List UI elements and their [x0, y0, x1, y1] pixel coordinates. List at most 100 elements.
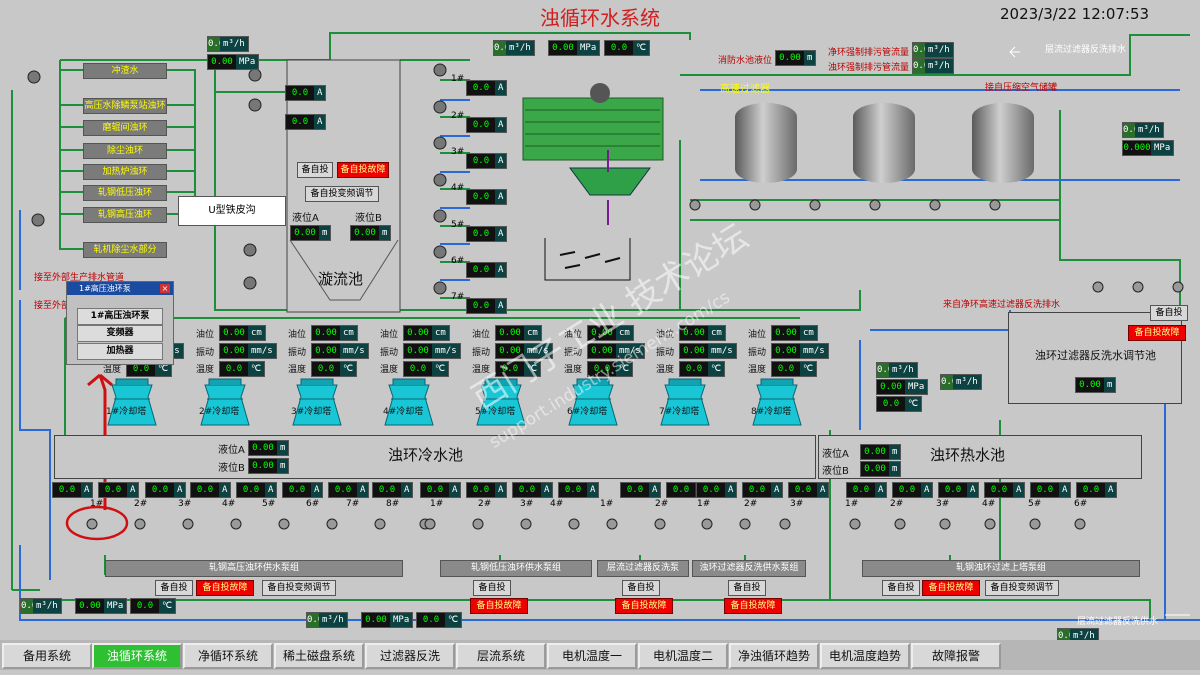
flow-readout: 0.0m³/h — [20, 598, 62, 614]
standby-button[interactable]: 备自投 — [297, 162, 333, 178]
oil-label: 油位 — [196, 330, 215, 340]
air-tank-label: 接自压缩空气储罐 — [985, 83, 1058, 93]
current-readout: 0.0 A — [466, 226, 508, 242]
tower-name: 4#冷却塔 — [383, 407, 424, 417]
popup-pump-button[interactable]: 1#高压浊环泵 — [77, 308, 163, 325]
vibration-label: 振动 — [380, 348, 399, 358]
nav-turbid-circulation[interactable]: 浊循环系统 — [92, 643, 182, 669]
pump-group-filter-tower[interactable]: 轧钢浊环过滤上塔泵组 — [862, 560, 1140, 577]
pump-current-readout: 0.0A — [620, 482, 662, 498]
popup-vfd-button[interactable]: 变频器 — [77, 325, 163, 342]
nav-circulation-trend[interactable]: 净浊循环趋势 — [729, 643, 819, 669]
source-label[interactable]: 轧钢高压浊环 — [83, 207, 167, 223]
pump-popup[interactable]: 1#高压浊环泵 × 1#高压浊环泵 变频器 加热器 — [66, 281, 174, 365]
pump-current-readout: 0.0A — [98, 482, 140, 498]
temperature-readout: 0.0 ℃ — [876, 396, 923, 412]
pump-number: 2# — [744, 499, 758, 509]
standby-button[interactable]: 备自投 — [882, 580, 920, 596]
force-drain-2-label: 浊环强制排污管流量 — [828, 63, 910, 73]
pump-group-high-pressure[interactable]: 轧钢高压浊环供水泵组 — [105, 560, 403, 577]
pressure-readout: 0.000 MPa — [1122, 140, 1175, 156]
current-readout: 0.0 A — [466, 298, 508, 314]
nav-motor-temp-2[interactable]: 电机温度二 — [638, 643, 728, 669]
u-trench: U型铁皮沟 — [178, 196, 286, 226]
pump-number: 2# — [451, 111, 465, 121]
backwash-drain-label: 层流过滤器反洗排水 — [1045, 45, 1127, 55]
pump-current-readout: 0.0A — [52, 482, 94, 498]
source-label[interactable]: 高压水除鳞泵站浊环 — [83, 98, 167, 114]
source-label[interactable]: 磨辊间浊环 — [83, 120, 167, 136]
source-label[interactable]: 加热炉浊环 — [83, 164, 167, 180]
pump-number: 4# — [550, 499, 564, 509]
pump-number: 1# — [451, 74, 465, 84]
vibration-readout: 0.00mm/s — [403, 343, 461, 359]
vibration-readout: 0.00mm/s — [311, 343, 369, 359]
level-a-label: 液位A — [218, 445, 245, 456]
nav-laminar-system[interactable]: 层流系统 — [456, 643, 546, 669]
pump-number: 5# — [262, 499, 276, 509]
vibration-label: 振动 — [748, 348, 767, 358]
pump-group-laminar-backwash[interactable]: 层流过滤器反洗泵 — [597, 560, 689, 577]
pump-number: 6# — [1074, 499, 1088, 509]
net-backwash-label: 来自净环高速过滤器反洗排水 — [943, 300, 1061, 310]
pump-number: 3# — [790, 499, 804, 509]
level-a-readout: 0.00 m — [248, 440, 290, 456]
standby-button[interactable]: 备自投 — [1150, 305, 1188, 321]
nav-motor-temp-trend[interactable]: 电机温度趋势 — [820, 643, 910, 669]
pump-current-readout: 0.0A — [984, 482, 1026, 498]
nav-rare-earth-disc[interactable]: 稀土磁盘系统 — [274, 643, 364, 669]
pump-number: 1# — [845, 499, 859, 509]
current-readout: 0.0 A — [466, 262, 508, 278]
level-a-readout: 0.00 m — [860, 444, 902, 460]
standby-vfd-button[interactable]: 备自投变频调节 — [985, 580, 1059, 596]
nav-clean-circulation[interactable]: 净循环系统 — [183, 643, 273, 669]
flow-readout: 0.0m³/h — [306, 612, 348, 628]
pump-number: 4# — [982, 499, 996, 509]
source-label[interactable]: 轧机除尘水部分 — [83, 242, 167, 258]
close-icon[interactable]: × — [160, 284, 170, 293]
level-b-readout: 0.00 m — [248, 458, 290, 474]
current-readout: 0.0 A — [285, 114, 327, 130]
flow-readout: 0.0m³/h — [876, 362, 918, 378]
nav-standby-system[interactable]: 备用系统 — [2, 643, 92, 669]
nav-fault-alarm[interactable]: 故障报警 — [911, 643, 1001, 669]
popup-heater-button[interactable]: 加热器 — [77, 343, 163, 360]
pump-number: 4# — [451, 183, 465, 193]
pump-number: 6# — [451, 256, 465, 266]
vibration-label: 振动 — [472, 348, 491, 358]
pump-number: 1# — [600, 499, 614, 509]
standby-alarm: 备自投故障 — [337, 162, 389, 178]
standby-button[interactable]: 备自投 — [728, 580, 766, 596]
temperature-readout: 0.0 ℃ — [130, 598, 177, 614]
pump-current-readout: 0.0A — [190, 482, 232, 498]
pressure-readout: 0.00 MPa — [548, 40, 601, 56]
standby-button[interactable]: 备自投 — [473, 580, 511, 596]
filter-tank — [853, 103, 915, 183]
standby-button[interactable]: 备自投 — [155, 580, 193, 596]
pump-group-filter-backwash[interactable]: 浊环过滤器反洗供水泵组 — [692, 560, 806, 577]
source-label[interactable]: 除尘浊环 — [83, 143, 167, 159]
pump-current-readout: 0.0A — [938, 482, 980, 498]
vibration-label: 振动 — [288, 348, 307, 358]
standby-vfd-button[interactable]: 备自投变频调节 — [262, 580, 336, 596]
pump-current-readout: 0.0A — [372, 482, 414, 498]
oil-label: 油位 — [288, 330, 307, 340]
pump-group-low-pressure[interactable]: 轧钢低压浊环供水泵组 — [440, 560, 592, 577]
vibration-readout: 0.00mm/s — [219, 343, 277, 359]
nav-motor-temp-1[interactable]: 电机温度一 — [547, 643, 637, 669]
standby-vfd-button[interactable]: 备自投变频调节 — [305, 186, 379, 202]
flow-readout: 0.0m³/h — [940, 374, 982, 390]
source-label[interactable]: 冲渣水 — [83, 63, 167, 79]
current-readout: 0.0 A — [466, 80, 508, 96]
standby-alarm: 备自投故障 — [615, 598, 673, 614]
pump-number: 3# — [520, 499, 534, 509]
standby-button[interactable]: 备自投 — [622, 580, 660, 596]
temp-label: 温度 — [380, 365, 399, 375]
pump-current-readout: 0.0A — [466, 482, 508, 498]
temp-label: 温度 — [288, 365, 307, 375]
nav-filter-backwash[interactable]: 过滤器反洗 — [365, 643, 455, 669]
vibration-readout: 0.00mm/s — [679, 343, 737, 359]
source-label[interactable]: 轧钢低压浊环 — [83, 185, 167, 201]
datetime: 2023/3/22 12:07:53 — [1000, 5, 1150, 23]
pump-number: 3# — [178, 499, 192, 509]
